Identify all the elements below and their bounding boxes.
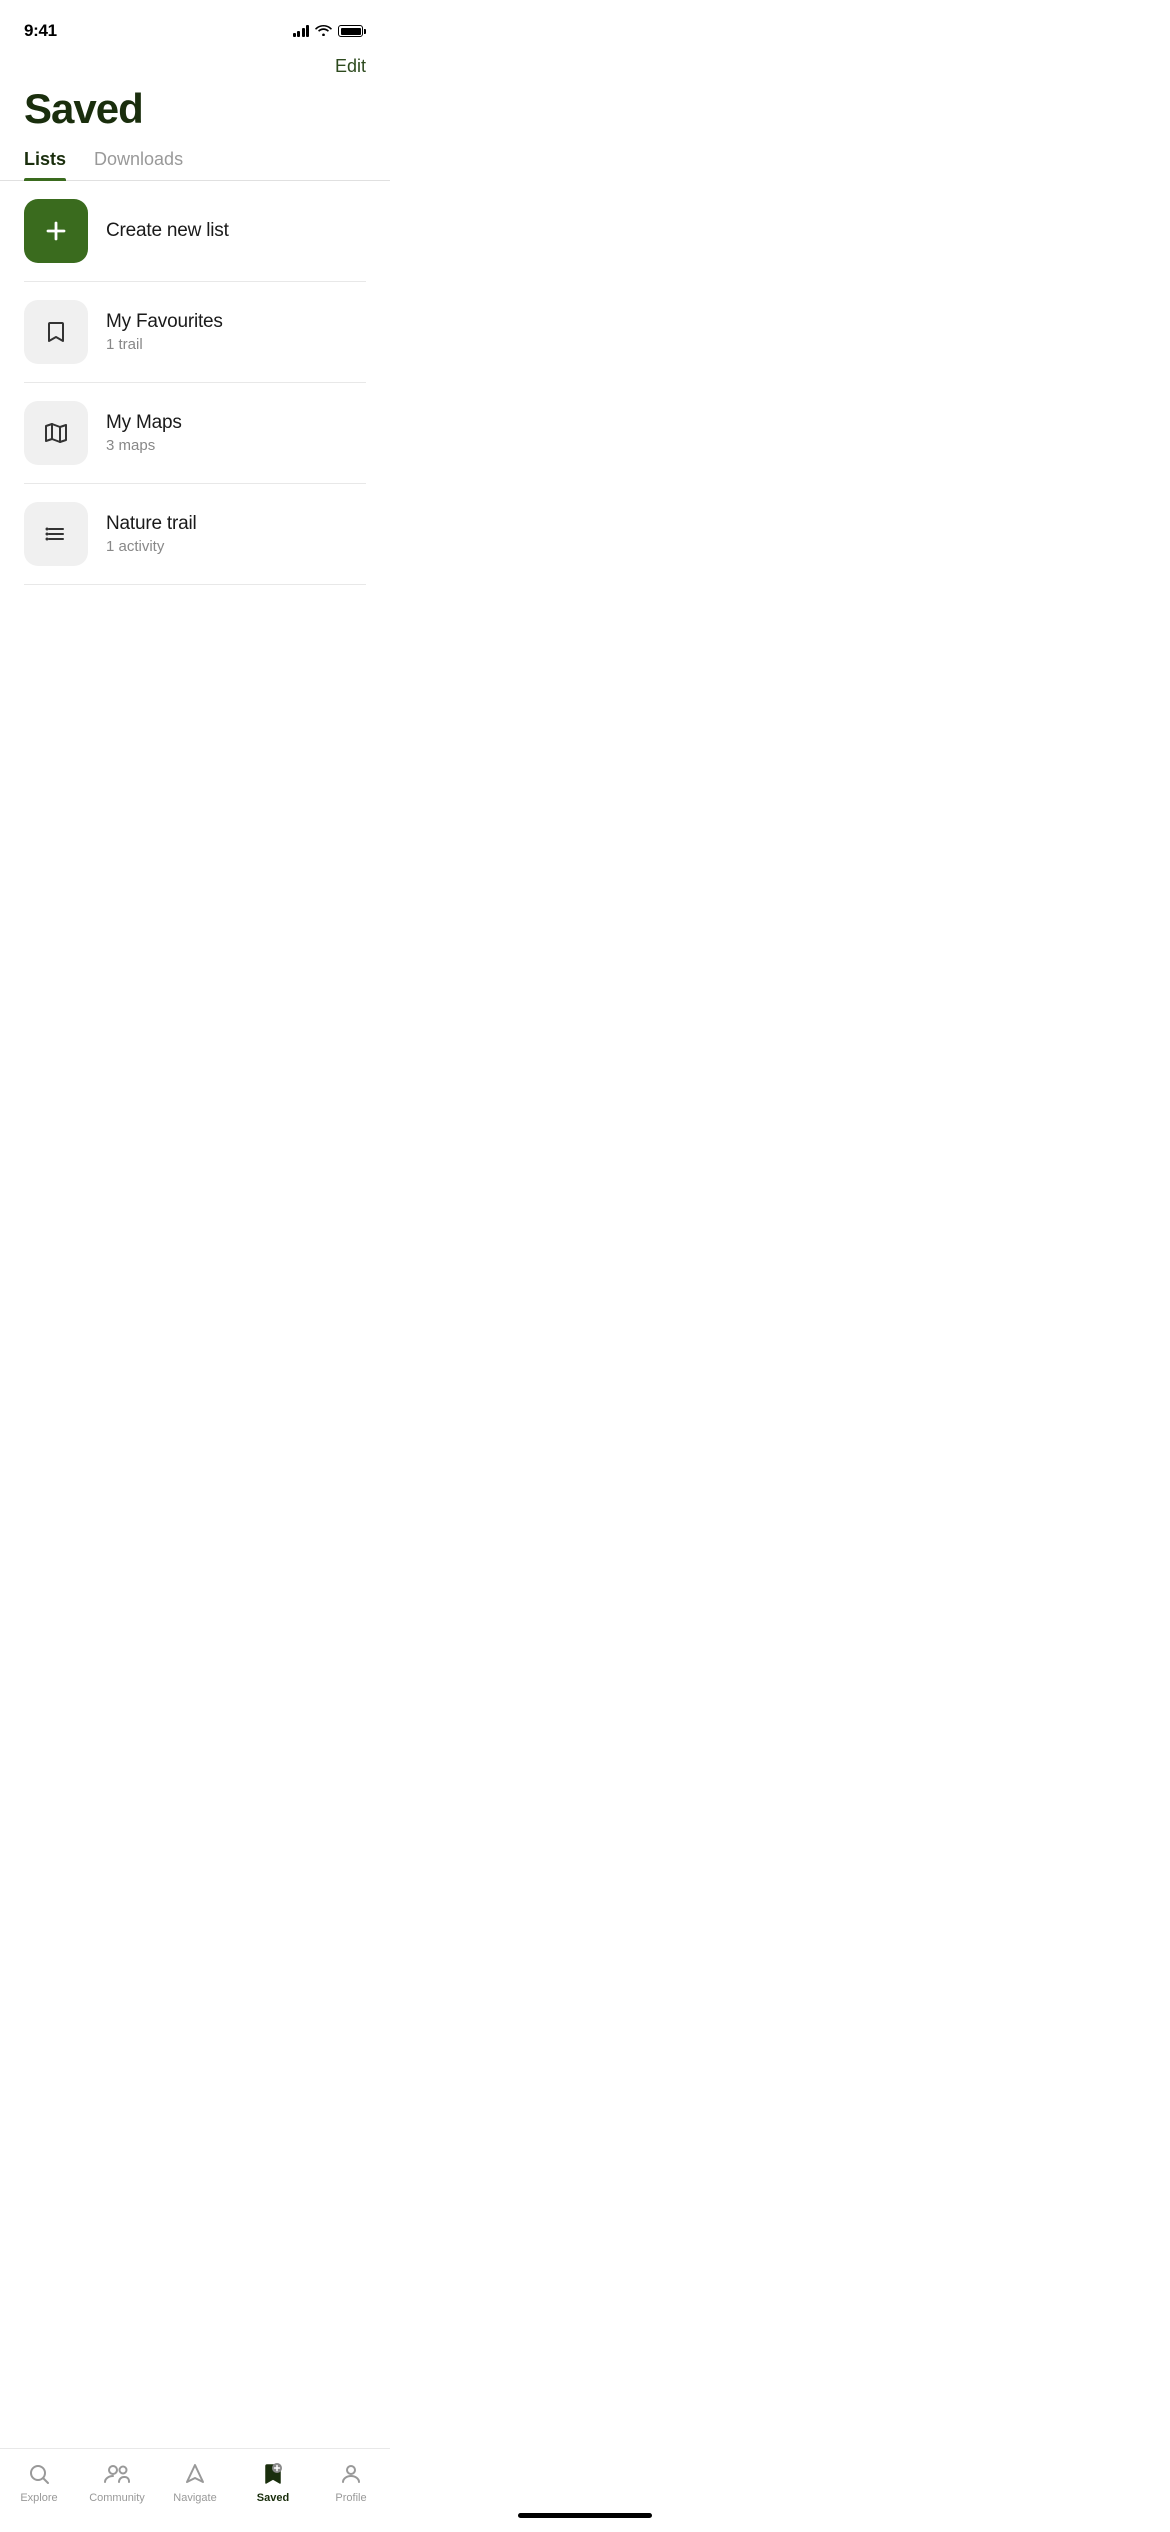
my-maps-title: My Maps [106,412,182,434]
my-favourites-text: My Favourites 1 trail [106,311,223,353]
nav-community-label: Community [89,2492,145,2504]
community-icon [104,2461,130,2487]
maps-icon [24,401,88,465]
tab-downloads[interactable]: Downloads [94,149,183,180]
home-indicator-wrapper [0,2509,1170,2526]
nature-trail-text: Nature trail 1 activity [106,513,197,555]
my-maps-item[interactable]: My Maps 3 maps [24,383,366,484]
saved-icon [260,2461,286,2487]
nav-profile[interactable]: Profile [316,2461,386,2504]
navigate-icon [182,2461,208,2487]
create-new-list-text: Create new list [106,220,229,242]
my-favourites-item[interactable]: My Favourites 1 trail [24,282,366,383]
my-favourites-title: My Favourites [106,311,223,333]
explore-icon [26,2461,52,2487]
create-new-list-item[interactable]: Create new list [24,181,366,282]
list-content: Create new list My Favourites 1 trail My… [0,181,390,585]
battery-icon [338,25,366,37]
status-icons [293,23,367,39]
home-indicator [518,2513,652,2518]
page-title: Saved [0,77,390,149]
status-time: 9:41 [24,21,57,41]
my-maps-subtitle: 3 maps [106,437,182,454]
status-bar: 9:41 [0,0,390,48]
nature-trail-subtitle: 1 activity [106,538,197,555]
wifi-icon [315,23,332,39]
nature-trail-icon [24,502,88,566]
nav-profile-label: Profile [335,2492,366,2504]
create-new-list-title: Create new list [106,220,229,242]
tab-lists[interactable]: Lists [24,149,66,180]
header: Edit [0,48,390,77]
signal-icon [293,25,310,37]
edit-button[interactable]: Edit [335,56,366,77]
nature-trail-title: Nature trail [106,513,197,535]
my-favourites-subtitle: 1 trail [106,336,223,353]
nav-community[interactable]: Community [82,2461,152,2504]
nav-navigate-label: Navigate [173,2492,216,2504]
nav-saved-label: Saved [257,2492,289,2504]
nav-explore[interactable]: Explore [4,2461,74,2504]
create-list-icon [24,199,88,263]
profile-icon [338,2461,364,2487]
nature-trail-item[interactable]: Nature trail 1 activity [24,484,366,585]
my-maps-text: My Maps 3 maps [106,412,182,454]
nav-explore-label: Explore [20,2492,57,2504]
favourites-icon [24,300,88,364]
nav-navigate[interactable]: Navigate [160,2461,230,2504]
tabs: Lists Downloads [0,149,390,181]
nav-saved[interactable]: Saved [238,2461,308,2504]
